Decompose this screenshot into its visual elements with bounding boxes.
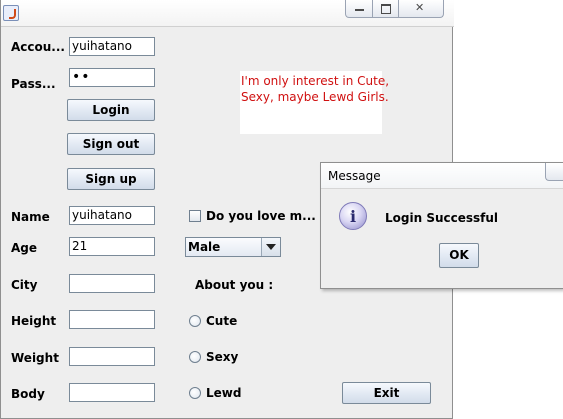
radio-sexy-label: Sexy [206,350,239,364]
body-input[interactable] [69,383,155,402]
main-titlebar[interactable] [1,0,454,27]
account-input[interactable]: yuihatano [69,37,155,56]
body-label: Body [11,387,45,401]
age-input[interactable]: 21 [69,237,155,256]
weight-input[interactable] [69,347,155,366]
account-label: Accou... [11,40,65,54]
maximize-button[interactable] [373,0,399,18]
info-icon: i [339,202,367,230]
ok-button[interactable]: OK [439,243,479,268]
close-button[interactable] [399,0,444,18]
radio-sexy[interactable] [189,351,201,363]
password-label: Pass... [11,77,56,91]
name-input[interactable]: yuihatano [69,206,155,225]
height-label: Height [11,314,57,328]
name-label: Name [11,210,50,224]
radio-lewd-label: Lewd [206,386,242,400]
dialog-titlebar[interactable]: Message [321,163,563,189]
note-line-2: Sexy, maybe Lewd Girls. [241,90,389,104]
age-label: Age [11,241,38,255]
love-checkbox-label: Do you love m... [206,209,316,223]
gender-select[interactable]: Male [185,237,281,257]
exit-button[interactable]: Exit [342,382,431,404]
window-controls [345,0,444,18]
height-input[interactable] [69,310,155,329]
minimize-button[interactable] [345,0,373,18]
radio-cute[interactable] [189,315,201,327]
sign-out-button[interactable]: Sign out [67,133,155,155]
radio-lewd[interactable] [189,387,201,399]
dialog-close-button[interactable] [545,163,563,181]
password-input[interactable]: •• [69,68,155,87]
note-line-1: I'm only interest in Cute, [241,74,390,88]
chevron-down-icon[interactable] [261,238,280,256]
love-checkbox[interactable] [189,210,201,222]
radio-cute-label: Cute [206,314,238,328]
message-dialog: Message i Login Successful OK [320,162,563,289]
weight-label: Weight [11,351,59,365]
gender-select-value: Male [188,240,221,254]
about-you-label: About you : [195,278,274,292]
note-text-area[interactable]: I'm only interest in Cute, Sexy, maybe L… [240,71,390,134]
dialog-title: Message [328,169,381,183]
city-label: City [11,278,38,292]
dialog-message: Login Successful [385,211,499,225]
city-input[interactable] [69,274,155,293]
login-button[interactable]: Login [67,99,155,121]
java-app-icon [3,5,19,21]
sign-up-button[interactable]: Sign up [67,168,155,190]
